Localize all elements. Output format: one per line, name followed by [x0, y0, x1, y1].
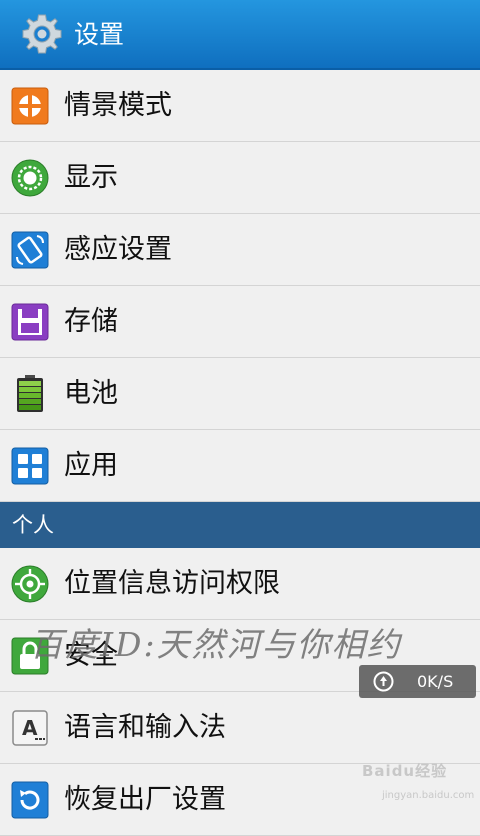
settings-item-label: 存储: [64, 306, 118, 337]
settings-item-label: 显示: [64, 162, 118, 193]
settings-item-label: 应用: [64, 450, 118, 481]
settings-item-scene-mode[interactable]: 情景模式: [0, 70, 480, 142]
battery-icon: [17, 375, 43, 412]
settings-gear-icon[interactable]: [20, 12, 64, 56]
motion-sensor-icon: [11, 231, 49, 269]
scene-mode-icon: [11, 87, 49, 125]
settings-item-battery[interactable]: 电池: [0, 358, 480, 430]
settings-item-apps[interactable]: 应用: [0, 430, 480, 502]
location-icon: [11, 565, 49, 603]
svg-text:A: A: [22, 716, 38, 740]
settings-item-label: 感应设置: [64, 234, 172, 265]
settings-list: 情景模式 显示 感应设置 存储 电池 应用 个人 位置信息访问权限 安全 A 语…: [0, 70, 480, 836]
display-icon: [11, 159, 49, 197]
factory-reset-icon: [11, 781, 49, 819]
settings-item-language-input[interactable]: A 语言和输入法: [0, 692, 480, 764]
storage-icon: [11, 303, 49, 341]
settings-item-label: 情景模式: [64, 90, 172, 121]
action-bar: 设置: [0, 0, 480, 70]
baidu-url: jingyan.baidu.com: [382, 790, 475, 801]
keyboard-language-icon: A: [12, 710, 48, 746]
settings-item-location[interactable]: 位置信息访问权限: [0, 548, 480, 620]
page-title: 设置: [74, 20, 125, 49]
settings-item-label: 语言和输入法: [64, 712, 226, 743]
section-header-personal: 个人: [0, 502, 480, 548]
network-speed-badge[interactable]: 0K/S: [359, 665, 476, 698]
speed-indicator-icon: [373, 671, 394, 692]
settings-item-label: 位置信息访问权限: [64, 568, 280, 599]
settings-item-display[interactable]: 显示: [0, 142, 480, 214]
settings-item-label: 电池: [64, 378, 118, 409]
apps-grid-icon: [11, 447, 49, 485]
baidu-logo: Baidu经验: [362, 762, 448, 780]
settings-item-motion-sensor[interactable]: 感应设置: [0, 214, 480, 286]
settings-item-label: 恢复出厂设置: [64, 784, 226, 815]
watermark-text: 百度ID:天然河与你相约: [30, 625, 402, 664]
settings-item-storage[interactable]: 存储: [0, 286, 480, 358]
speed-value: 0K/S: [417, 672, 454, 691]
section-header-label: 个人: [12, 513, 54, 537]
